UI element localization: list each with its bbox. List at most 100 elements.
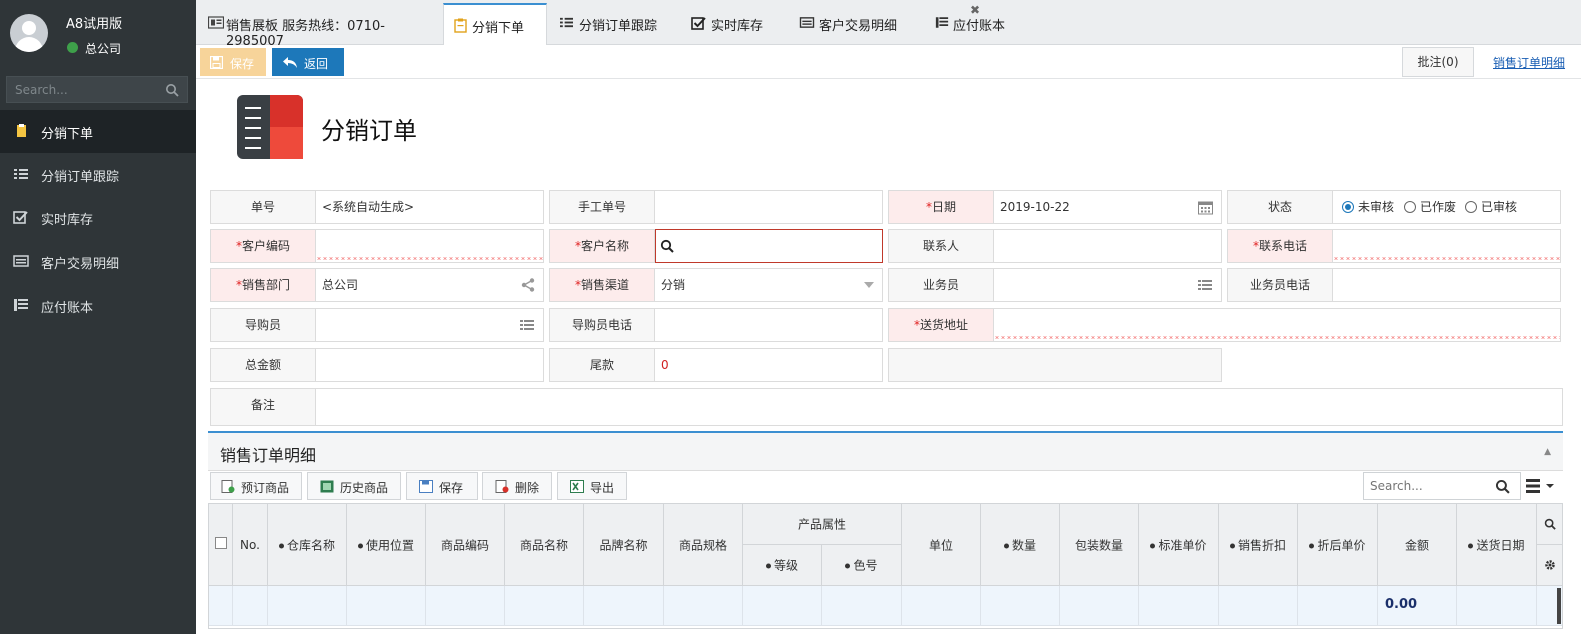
reserve-item-button[interactable]: 预订商品 <box>210 472 302 500</box>
grid-search-tool[interactable] <box>1537 504 1562 545</box>
grid-search-input[interactable] <box>1364 473 1484 499</box>
grid-settings-tool[interactable] <box>1537 545 1562 586</box>
tab-payable-ledger[interactable]: 应付账本 <box>931 3 1021 45</box>
online-status-icon <box>67 42 78 53</box>
order-no-label: 单号 <box>210 190 316 224</box>
history-item-button[interactable]: 历史商品 <box>307 472 401 500</box>
sidebar-item-label: 分销订单跟踪 <box>41 170 120 185</box>
avatar[interactable] <box>10 14 48 52</box>
table-row-cell <box>1298 586 1378 626</box>
col-std-price[interactable]: 标准单价 <box>1139 504 1219 586</box>
col-unit[interactable]: 单位 <box>902 504 981 586</box>
sidebar-item-payable-ledger[interactable]: 应付账本 <box>0 284 196 327</box>
column-settings-icon[interactable] <box>1524 476 1558 496</box>
vertical-scrollbar[interactable] <box>1557 588 1561 624</box>
search-icon[interactable] <box>660 239 674 253</box>
tab-distribution-order[interactable]: 分销下单 <box>443 3 547 46</box>
tab-sales-board[interactable]: 销售展板 服务热线：0710-2985007 <box>204 3 442 49</box>
calendar-icon[interactable] <box>1198 200 1213 215</box>
salesman-phone-input[interactable] <box>1333 268 1561 302</box>
col-delivery-date[interactable]: 送货日期 <box>1457 504 1537 586</box>
radio-voided[interactable] <box>1404 201 1416 213</box>
radio-reviewed[interactable] <box>1465 201 1477 213</box>
select-all-checkbox[interactable] <box>215 537 227 549</box>
col-color[interactable]: 色号 <box>822 545 902 586</box>
order-document-icon <box>237 95 303 159</box>
guide-phone-input[interactable] <box>655 308 883 342</box>
col-spec[interactable]: 商品规格 <box>664 504 743 586</box>
col-grade[interactable]: 等级 <box>743 545 822 586</box>
contact-input[interactable] <box>994 229 1222 263</box>
table-row-cell <box>233 586 268 626</box>
board-icon <box>208 16 224 29</box>
delete-icon <box>495 480 509 493</box>
save-button[interactable]: 保存 <box>200 48 266 76</box>
table-row-cell <box>1060 586 1139 626</box>
sales-dept-input[interactable]: 总公司 <box>316 268 544 302</box>
sidebar-item-order-tracking[interactable]: 分销订单跟踪 <box>0 153 196 196</box>
export-button[interactable]: 导出 <box>557 472 627 500</box>
clipboard-icon <box>17 124 26 137</box>
annotation-button[interactable]: 批注(0) <box>1402 47 1474 77</box>
col-item-name[interactable]: 商品名称 <box>505 504 584 586</box>
search-icon[interactable] <box>165 83 179 97</box>
status-label: 状态 <box>1227 190 1333 224</box>
radio-unreviewed-label: 未审核 <box>1358 200 1395 214</box>
salesman-input[interactable] <box>994 268 1222 302</box>
contact-phone-input[interactable] <box>1333 229 1561 263</box>
list-icon <box>560 17 573 28</box>
col-net-price[interactable]: 折后单价 <box>1298 504 1378 586</box>
sidebar-item-customer-detail[interactable]: 客户交易明细 <box>0 240 196 283</box>
col-discount[interactable]: 销售折扣 <box>1219 504 1298 586</box>
search-icon[interactable] <box>1544 518 1556 530</box>
list-icon[interactable] <box>1197 278 1213 292</box>
balance-field: 0 <box>655 348 883 382</box>
delete-button[interactable]: 删除 <box>482 472 552 500</box>
card-icon <box>13 255 29 267</box>
radio-unreviewed[interactable] <box>1342 201 1354 213</box>
tab-customer-detail[interactable]: 客户交易明细 <box>793 3 917 45</box>
clipboard-icon <box>454 18 467 33</box>
ledger-icon <box>935 17 949 28</box>
collapse-icon[interactable]: ▲ <box>1544 447 1551 457</box>
customer-code-input[interactable] <box>316 229 544 263</box>
col-brand[interactable]: 品牌名称 <box>584 504 664 586</box>
manual-no-input[interactable] <box>655 190 883 224</box>
list-icon[interactable] <box>519 318 535 332</box>
col-amount[interactable]: 金额 <box>1378 504 1457 586</box>
col-location[interactable]: 使用位置 <box>347 504 426 586</box>
delivery-address-input[interactable] <box>994 308 1561 342</box>
col-qty[interactable]: 数量 <box>981 504 1060 586</box>
col-item-code[interactable]: 商品编码 <box>426 504 505 586</box>
sales-order-detail-link[interactable]: 销售订单明细 <box>1493 54 1565 71</box>
add-document-icon <box>221 480 235 493</box>
col-warehouse[interactable]: 仓库名称 <box>268 504 347 586</box>
gear-icon[interactable] <box>1544 559 1556 571</box>
table-row-cell <box>268 586 347 626</box>
share-icon[interactable] <box>521 278 535 292</box>
total-amount-field <box>316 348 544 382</box>
grid-save-button[interactable]: 保存 <box>406 472 478 500</box>
search-icon[interactable] <box>1495 479 1510 494</box>
customer-code-label: *客户编码 <box>210 229 316 263</box>
user-name: A8试用版 <box>66 17 123 32</box>
remark-input[interactable] <box>316 388 1563 426</box>
tab-order-tracking[interactable]: 分销订单跟踪 <box>553 3 673 45</box>
table-row-cell <box>1139 586 1219 626</box>
tab-stock[interactable]: 实时库存 <box>683 3 783 45</box>
customer-name-input[interactable] <box>655 229 883 263</box>
sidebar-item-stock[interactable]: 实时库存 <box>0 196 196 239</box>
sales-channel-select[interactable]: 分销 <box>655 268 883 302</box>
sidebar-item-label: 应付账本 <box>41 301 94 316</box>
col-pack-qty[interactable]: 包装数量 <box>1060 504 1139 586</box>
card-icon <box>799 17 815 28</box>
table-row-cell <box>426 586 505 626</box>
sidebar-search-input[interactable] <box>7 77 157 102</box>
sidebar-item-distribution-order[interactable]: 分销下单 <box>0 110 196 153</box>
table-row-cell <box>1219 586 1298 626</box>
back-button[interactable]: 返回 <box>272 48 344 76</box>
guide-input[interactable] <box>316 308 544 342</box>
date-input[interactable]: 2019-10-22 <box>994 190 1222 224</box>
tab-label: 分销订单跟踪 <box>579 19 658 34</box>
remark-label: 备注 <box>210 388 316 426</box>
